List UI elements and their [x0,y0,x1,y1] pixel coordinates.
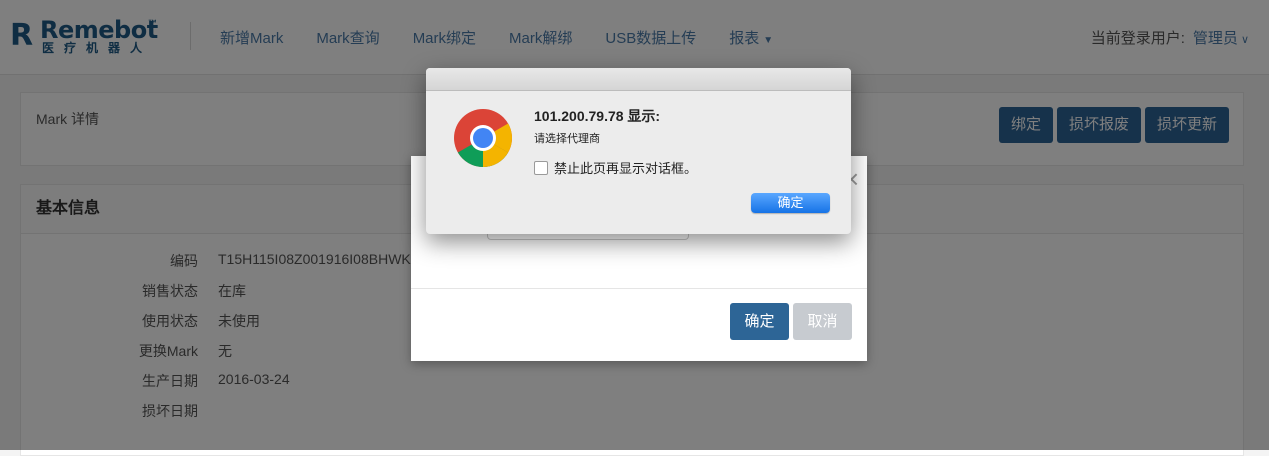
modal-confirm-button[interactable]: 确定 [730,303,789,340]
chrome-icon [454,109,512,167]
alert-titlebar [426,68,851,91]
browser-alert-dialog: 101.200.79.78 显示: 请选择代理商 禁止此页再显示对话框。 确定 [426,68,851,234]
suppress-dialogs-label: 禁止此页再显示对话框。 [554,161,698,176]
modal-footer: 确定 取消 [411,288,867,362]
suppress-dialogs-checkbox[interactable] [534,160,548,175]
alert-ok-button[interactable]: 确定 [751,193,830,213]
modal-cancel-button[interactable]: 取消 [793,303,852,340]
alert-host: 101.200.79.78 显示: [534,108,661,124]
alert-message: 请选择代理商 [534,133,600,145]
suppress-dialogs-option[interactable]: 禁止此页再显示对话框。 [534,158,697,177]
